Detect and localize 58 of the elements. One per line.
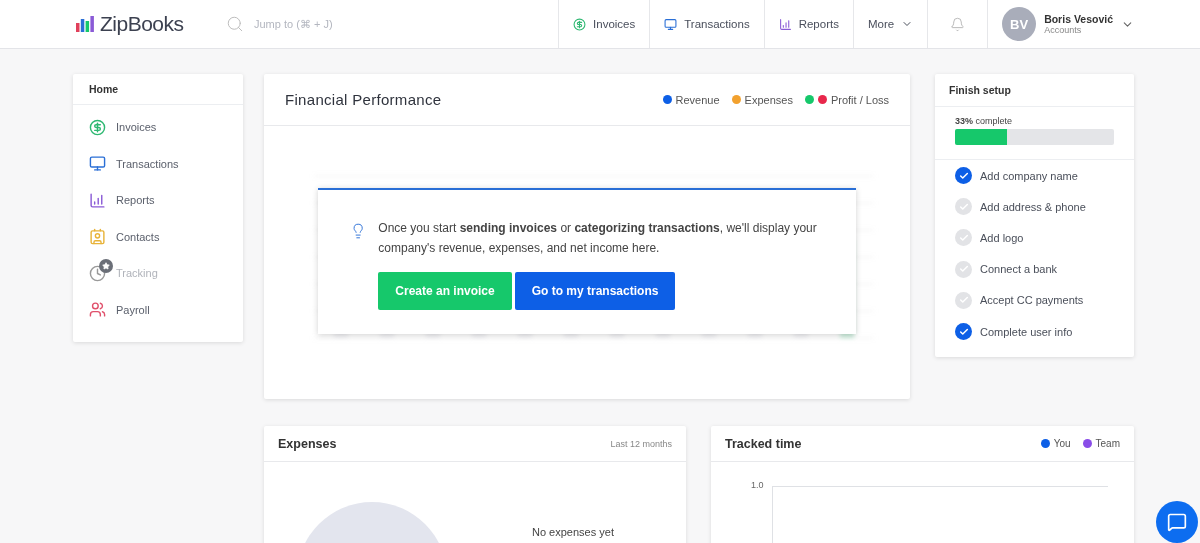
nav-link[interactable]: Transactions — [649, 0, 764, 48]
legend-label: Profit / Loss — [830, 93, 889, 106]
user-menu[interactable]: BV Boris Vesović Accounts — [987, 0, 1200, 48]
sidebar-item[interactable]: Invoices — [73, 109, 243, 146]
legend-label: Revenue — [675, 93, 720, 106]
monitor-icon — [664, 17, 678, 31]
sidebar-item[interactable]: Reports — [73, 182, 243, 219]
task-label: Add address & phone — [980, 200, 1086, 213]
period-label: Last 12 months — [610, 438, 672, 449]
empty-message: No expenses yet — [532, 526, 614, 540]
card-title: Tracked time — [725, 436, 802, 451]
card-title: Expenses — [278, 436, 337, 451]
task-label: Connect a bank — [980, 263, 1058, 276]
notice-text: Once you start sending invoices or categorizing transactions, we'll display your company's revenue, expenses, and net income here. — [378, 220, 818, 257]
task-label: Add logo — [980, 231, 1024, 244]
card-title: Financial Performance — [285, 91, 442, 108]
card-title: Finish setup — [935, 74, 1134, 107]
action-button[interactable]: Go to my transactions — [514, 272, 676, 310]
bar-chart-icon — [778, 17, 792, 31]
user-subtitle: Accounts — [1044, 25, 1083, 35]
chat-button[interactable] — [1156, 501, 1198, 543]
legend-label: Expenses — [744, 93, 793, 106]
legend-label: You — [1053, 438, 1071, 449]
nav-link[interactable]: Reports — [763, 0, 853, 48]
progress-label: 33% complete — [955, 116, 1014, 126]
contact-card-icon — [89, 228, 106, 246]
check-icon[interactable] — [955, 229, 972, 247]
search-icon — [226, 15, 244, 33]
check-icon[interactable] — [955, 291, 972, 309]
sidebar-item[interactable]: Contacts — [73, 218, 243, 255]
star-badge-icon — [99, 258, 113, 273]
check-icon[interactable] — [955, 323, 972, 341]
task-label: Accept CC payments — [980, 294, 1084, 307]
task-label: Add company name — [980, 169, 1078, 182]
user-name: Boris Vesović — [1044, 13, 1113, 25]
nav-link[interactable]: Invoices — [558, 0, 650, 48]
sidebar-title: Home — [73, 74, 243, 105]
clock-icon — [89, 264, 106, 282]
bell-icon — [950, 16, 966, 32]
more-menu[interactable]: More — [852, 0, 928, 48]
search-field[interactable]: Jump to (⌘ + J) — [252, 17, 456, 31]
check-icon[interactable] — [955, 167, 972, 185]
logo-text: ZipBooks — [100, 12, 184, 36]
people-icon — [89, 301, 106, 319]
dollar-icon — [573, 17, 587, 31]
monitor-icon — [89, 155, 106, 173]
chat-icon — [1167, 512, 1187, 532]
sidebar-item[interactable]: Payroll — [73, 291, 243, 328]
user-avatar: BV — [1002, 7, 1037, 41]
bar-chart-icon — [89, 191, 106, 209]
legend-label: Team — [1095, 438, 1120, 449]
dollar-icon — [89, 118, 106, 136]
logo-icon — [76, 16, 94, 32]
axis-tick: 1.0 — [751, 480, 764, 492]
task-label: Complete user info — [980, 325, 1073, 338]
sidebar-item[interactable]: Transactions — [73, 145, 243, 182]
check-icon[interactable] — [955, 198, 972, 216]
check-icon[interactable] — [955, 260, 972, 278]
